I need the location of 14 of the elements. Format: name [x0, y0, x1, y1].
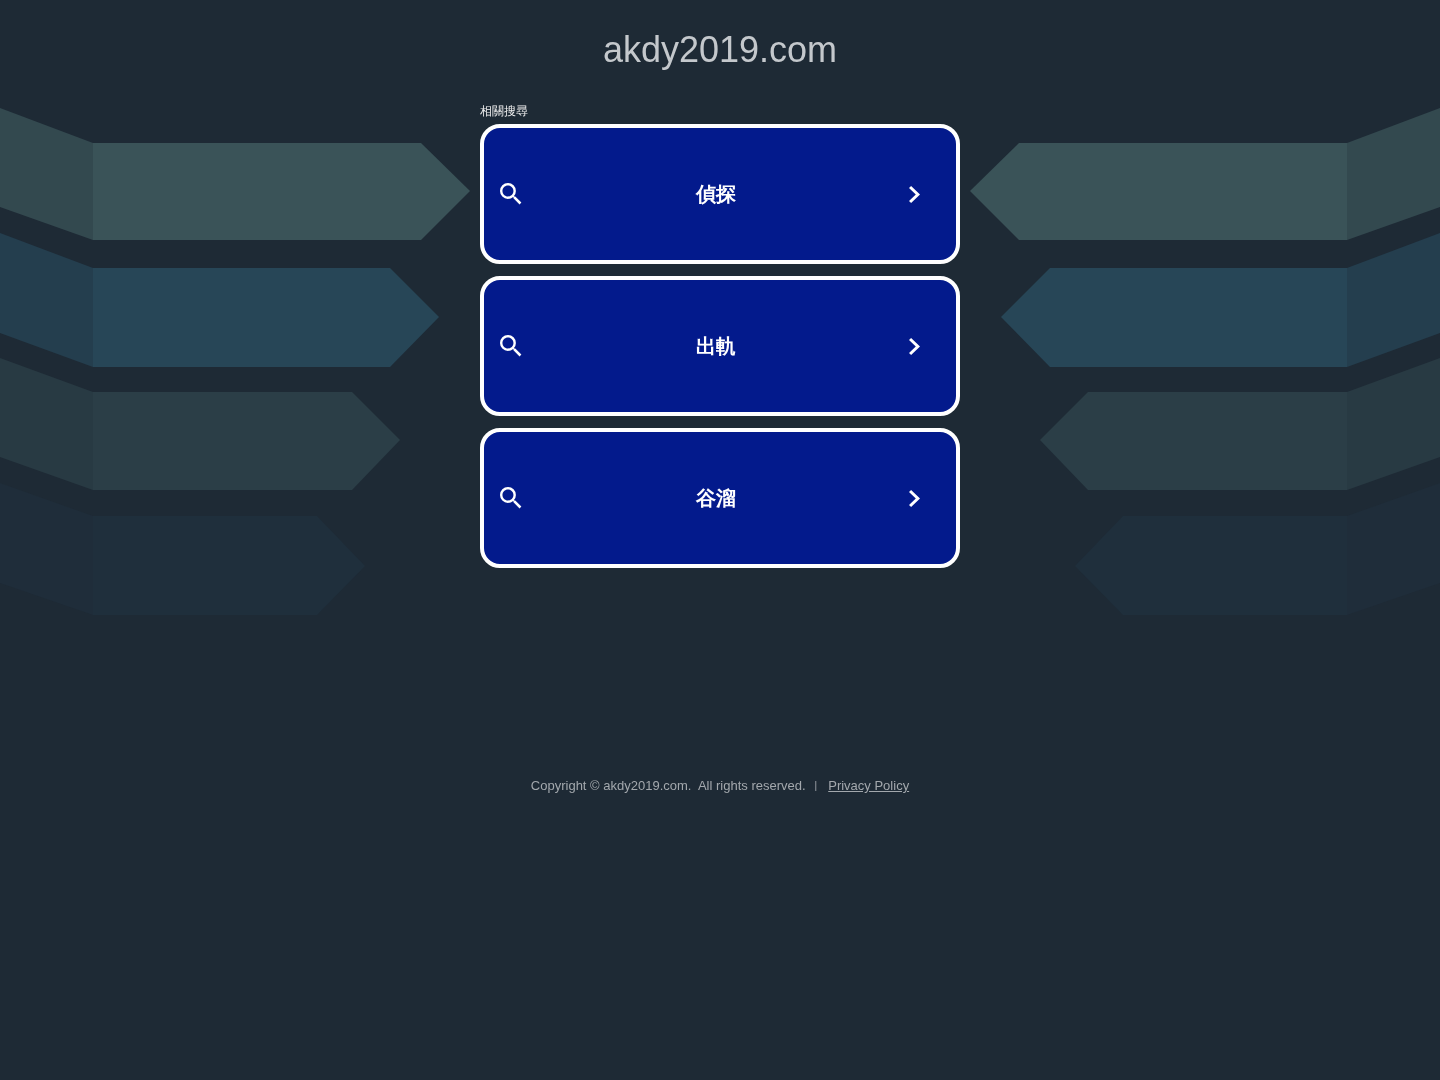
section-heading: 相關搜尋: [480, 104, 528, 118]
chevron-right-icon: [909, 489, 920, 507]
search-icon: [500, 335, 522, 357]
chevron-right-icon: [909, 337, 920, 355]
chevron-right-icon: [909, 185, 920, 203]
copyright-text: Copyright © akdy2019.com. All rights reserved.: [530, 778, 806, 794]
search-result-button[interactable]: 谷溜: [480, 428, 960, 568]
footer-separator: |: [814, 779, 818, 793]
site-title: akdy2019.com: [602, 30, 838, 70]
search-icon: [500, 487, 522, 509]
search-icon: [500, 183, 522, 205]
search-result-button[interactable]: 出軌: [480, 276, 960, 416]
privacy-policy-link[interactable]: Privacy Policy: [828, 778, 910, 794]
search-result-button[interactable]: 偵探: [480, 124, 960, 264]
